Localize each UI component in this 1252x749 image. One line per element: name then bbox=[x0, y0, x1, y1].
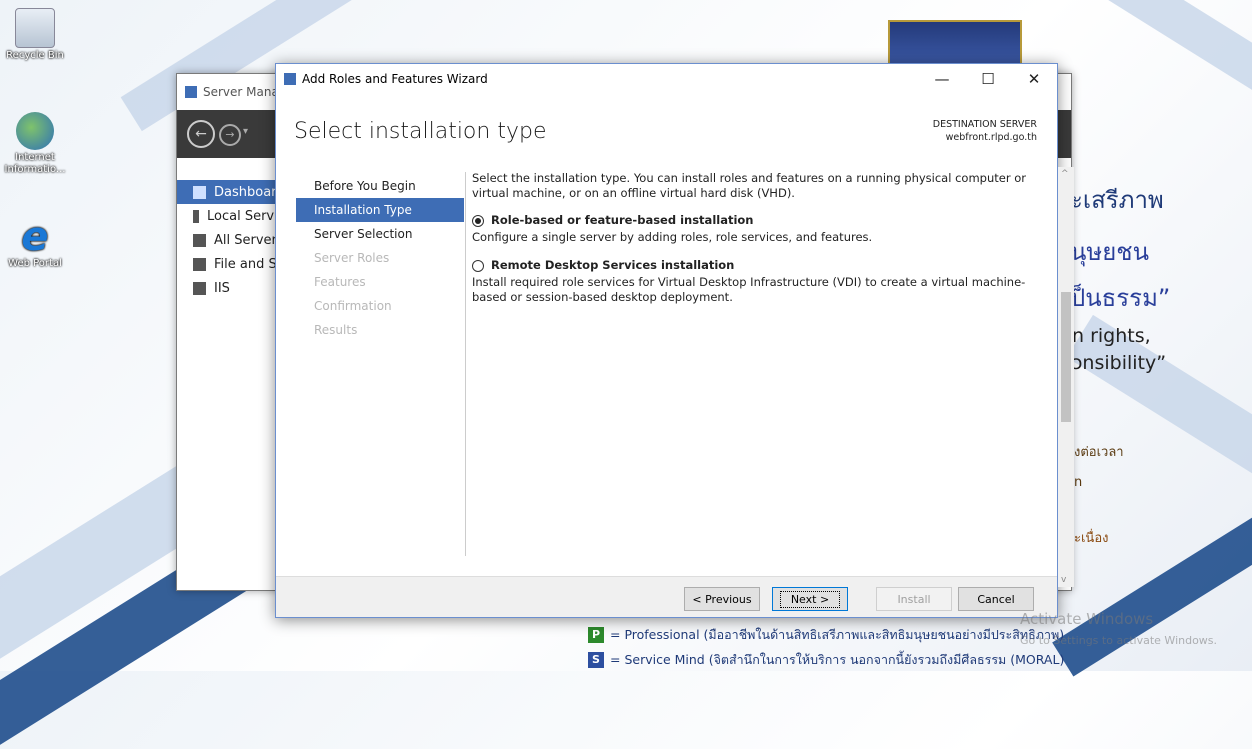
back-arrow-icon[interactable]: ← bbox=[187, 120, 215, 148]
cancel-button[interactable]: Cancel bbox=[958, 587, 1034, 611]
option-label[interactable]: Role-based or feature-based installation bbox=[491, 213, 753, 228]
server-manager-app-icon bbox=[185, 86, 197, 98]
divider bbox=[465, 172, 466, 556]
scroll-down-icon[interactable]: v bbox=[1061, 575, 1066, 585]
step-confirmation: Confirmation bbox=[314, 299, 392, 313]
iis-manager-icon bbox=[16, 112, 54, 150]
bg-thai-text-4: งต่อเวลา bbox=[1074, 445, 1124, 460]
server-manager-title: Server Manag bbox=[203, 85, 287, 99]
nav-item-label: IIS bbox=[214, 280, 230, 296]
next-button[interactable]: Next > bbox=[772, 587, 848, 611]
previous-button[interactable]: < Previous bbox=[684, 587, 760, 611]
destination-label: DESTINATION SERVER bbox=[932, 119, 1037, 130]
desktop-icon-label: Web Portal bbox=[8, 258, 62, 269]
recycle-bin-icon bbox=[15, 8, 55, 48]
nav-item-all-servers[interactable]: All Server bbox=[177, 228, 277, 252]
p-letter-icon: P bbox=[588, 627, 604, 643]
bg-eng-text-2: ɔnsibility” bbox=[1072, 352, 1167, 374]
scroll-up-icon[interactable]: ^ bbox=[1061, 169, 1069, 179]
desktop-icon-label: Recycle Bin bbox=[6, 50, 64, 61]
nav-item-iis[interactable]: IIS bbox=[177, 276, 277, 300]
s-letter-icon: S bbox=[588, 652, 604, 668]
maximize-icon[interactable]: ☐ bbox=[965, 64, 1011, 94]
server-icon bbox=[193, 209, 199, 223]
service-mind-line: S = Service Mind (จิตสำนึกในการให้บริการ… bbox=[588, 650, 1064, 670]
step-server-selection[interactable]: Server Selection bbox=[296, 222, 464, 246]
nav-item-label: File and S bbox=[214, 256, 277, 272]
option-remote-desktop[interactable]: Remote Desktop Services installation Ins… bbox=[472, 258, 1040, 305]
close-icon[interactable]: ✕ bbox=[1011, 64, 1057, 94]
nav-item-label: Local Serv bbox=[207, 208, 275, 224]
step-features: Features bbox=[314, 275, 366, 289]
chevron-down-icon[interactable]: ▾ bbox=[243, 126, 248, 137]
intro-text: Select the installation type. You can in… bbox=[472, 171, 1026, 200]
bg-thai-text-6: ะเนื่อง bbox=[1074, 531, 1109, 546]
desktop-icon-iis-manager[interactable]: Internet Informatio... bbox=[0, 112, 70, 176]
bg-thai-text-5: n bbox=[1074, 475, 1083, 490]
professional-text: = Professional (มืออาชีพในด้านสิทธิเสรีภ… bbox=[610, 627, 1065, 642]
activate-windows-title: Activate Windows bbox=[1020, 610, 1154, 628]
option-description: Install required role services for Virtu… bbox=[472, 275, 1026, 304]
bg-eng-text-1: n rights, bbox=[1072, 325, 1151, 347]
minimize-icon[interactable]: — bbox=[919, 64, 965, 94]
destination-server-name: webfront.rlpd.go.th bbox=[945, 132, 1037, 143]
servers-icon bbox=[193, 233, 206, 247]
wizard-title: Add Roles and Features Wizard bbox=[302, 72, 488, 86]
radio-remote-desktop[interactable] bbox=[472, 259, 484, 272]
destination-server: DESTINATION SERVER webfront.rlpd.go.th bbox=[933, 118, 1037, 144]
nav-item-dashboard[interactable]: Dashboar bbox=[177, 180, 277, 204]
bg-thai-text-3: ป็นธรรม” bbox=[1070, 284, 1171, 312]
forward-arrow-icon[interactable]: → bbox=[219, 124, 241, 146]
wizard-footer: < Previous Next > Install Cancel bbox=[276, 576, 1057, 617]
scrollbar-thumb[interactable] bbox=[1061, 292, 1071, 422]
internet-explorer-icon: e bbox=[21, 214, 49, 260]
step-installation-type[interactable]: Installation Type bbox=[296, 198, 464, 222]
desktop-icon-label: Internet Informatio... bbox=[4, 152, 66, 175]
option-label[interactable]: Remote Desktop Services installation bbox=[491, 258, 734, 273]
nav-item-local-server[interactable]: Local Serv bbox=[177, 204, 277, 228]
radio-role-based[interactable] bbox=[472, 214, 484, 227]
install-button: Install bbox=[876, 587, 952, 611]
option-role-based[interactable]: Role-based or feature-based installation… bbox=[472, 213, 1040, 245]
window-controls: — ☐ ✕ bbox=[919, 64, 1057, 94]
dashboard-icon bbox=[193, 185, 206, 199]
professional-line: P = Professional (มืออาชีพในด้านสิทธิเสร… bbox=[588, 625, 1064, 645]
step-server-roles: Server Roles bbox=[314, 251, 390, 265]
scrollbar[interactable]: ^ v bbox=[1058, 167, 1074, 587]
option-description: Configure a single server by adding role… bbox=[472, 230, 873, 244]
add-roles-wizard-window: Add Roles and Features Wizard — ☐ ✕ Sele… bbox=[275, 63, 1058, 618]
step-before-you-begin[interactable]: Before You Begin bbox=[296, 174, 464, 198]
server-manager-nav: Dashboar Local Serv All Server File and … bbox=[177, 158, 278, 590]
nav-item-label: Dashboar bbox=[214, 184, 277, 200]
wizard-content: Select the installation type. You can in… bbox=[472, 171, 1040, 305]
bg-thai-text-2: นุษยชน bbox=[1070, 238, 1149, 266]
emblem-image bbox=[888, 20, 1022, 68]
desktop-icon-web-portal[interactable]: e Web Portal bbox=[0, 214, 70, 270]
wizard-steps: Before You Begin Installation Type Serve… bbox=[296, 174, 464, 342]
step-results: Results bbox=[314, 323, 358, 337]
wizard-titlebar[interactable]: Add Roles and Features Wizard — ☐ ✕ bbox=[276, 64, 1057, 94]
activate-windows-subtitle: Go to Settings to activate Windows. bbox=[1020, 634, 1218, 647]
page-title: Select installation type bbox=[294, 119, 547, 144]
wizard-header: Select installation type DESTINATION SER… bbox=[276, 94, 1057, 164]
iis-icon bbox=[193, 281, 206, 295]
desktop-icon-recycle-bin[interactable]: Recycle Bin bbox=[0, 8, 70, 62]
next-button-label: Next > bbox=[779, 590, 841, 608]
file-storage-icon bbox=[193, 257, 206, 271]
bg-thai-text-1: ะเสรีภาพ bbox=[1070, 186, 1164, 214]
nav-item-label: All Server bbox=[214, 232, 277, 248]
service-mind-text: = Service Mind (จิตสำนึกในการให้บริการ น… bbox=[610, 652, 1065, 667]
wizard-app-icon bbox=[284, 73, 296, 85]
nav-item-file-storage[interactable]: File and S bbox=[177, 252, 277, 276]
